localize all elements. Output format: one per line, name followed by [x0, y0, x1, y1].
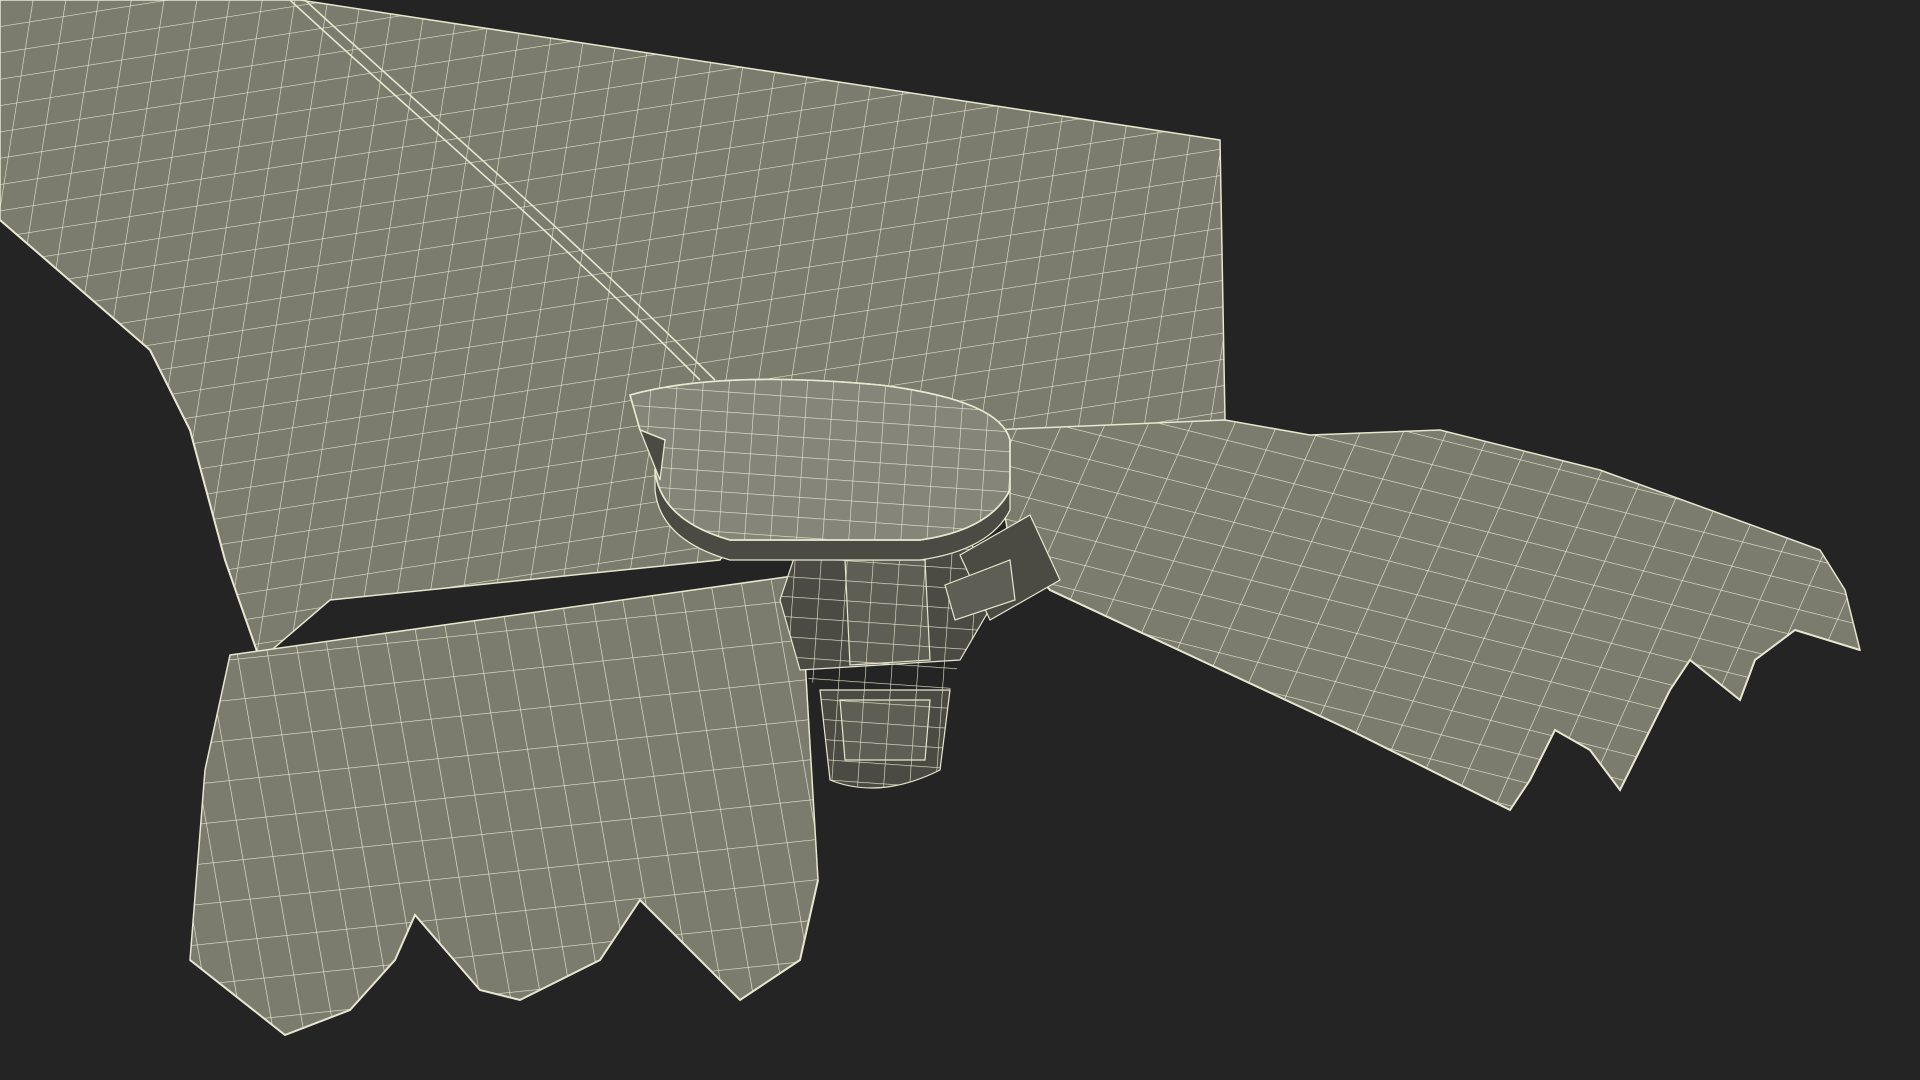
strap-right: [989, 419, 1861, 812]
render-viewport: [0, 0, 1920, 1080]
wireframe-render: [0, 0, 1861, 1037]
